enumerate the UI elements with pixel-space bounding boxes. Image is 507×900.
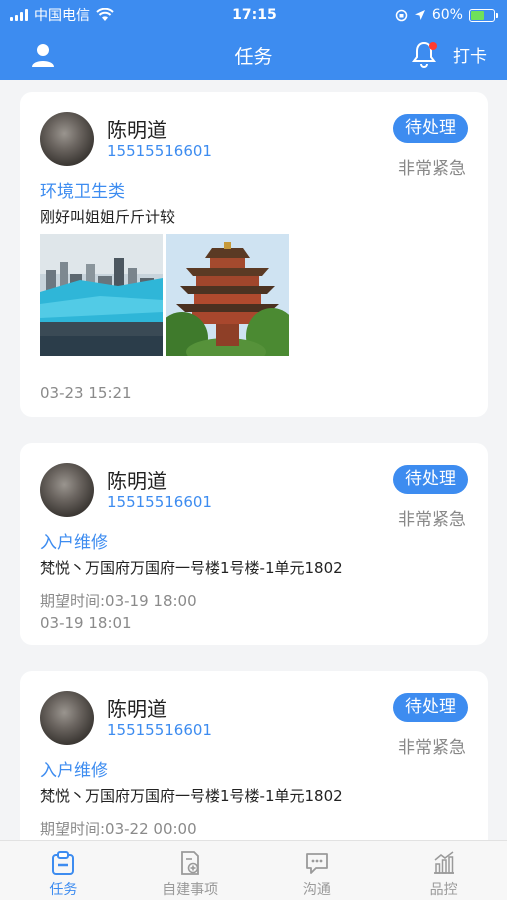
task-address: 梵悦丶万国府万国府一号楼1号楼-1单元1802 [40,559,343,577]
carrier: 中国电信 [34,8,90,24]
task-category: 入户维修 [40,533,108,553]
task-category: 入户维修 [40,761,108,781]
task-list: 陈明道 15515516601 待处理 非常紧急 环境卫生类 刚好叫姐姐斤斤计较 [0,80,507,840]
task-card[interactable]: 陈明道 15515516601 待处理 非常紧急 入户维修 梵悦丶万国府万国府一… [20,443,488,645]
task-time: 03-19 18:01 [40,614,132,632]
task-card[interactable]: 陈明道 15515516601 待处理 非常紧急 入户维修 梵悦丶万国府万国府一… [20,671,488,840]
chat-icon [305,853,328,874]
avatar [40,691,94,745]
wifi-icon [96,8,114,21]
tab-label: 自建事项 [162,882,219,898]
tab-label: 沟通 [302,882,331,898]
requester-name: 陈明道 [107,118,167,142]
requester-phone[interactable]: 15515516601 [107,142,212,160]
urgency-label: 非常紧急 [398,159,466,179]
tab-chat[interactable]: 沟通 [254,841,381,900]
task-description: 刚好叫姐姐斤斤计较 [40,208,176,226]
requester-name: 陈明道 [107,469,167,493]
tab-quality-control[interactable]: 品控 [380,841,507,900]
battery-percent: 60% [431,7,463,23]
signal-icon [10,9,28,21]
avatar [40,112,94,166]
tab-label: 品控 [429,882,458,898]
notification-bell[interactable] [411,40,437,68]
status-badge[interactable]: 待处理 [393,465,468,494]
clock: 17:15 [232,7,277,23]
requester-phone[interactable]: 15515516601 [107,493,212,511]
task-photo[interactable] [166,234,289,356]
task-category: 环境卫生类 [40,182,125,202]
battery-icon [468,8,498,22]
nav-bar: 任务 打卡 [0,30,507,80]
notification-badge [429,42,437,50]
expected-time: 期望时间:03-19 18:00 [40,592,197,610]
orientation-lock-icon [395,9,408,21]
urgency-label: 非常紧急 [398,738,466,758]
status-bar: 中国电信 17:15 60% [0,0,507,30]
location-icon [414,10,425,20]
requester-phone[interactable]: 15515516601 [107,721,212,739]
punch-in-button[interactable]: 打卡 [453,42,487,67]
tab-label: 任务 [49,882,78,898]
task-address: 梵悦丶万国府万国府一号楼1号楼-1单元1802 [40,787,343,805]
header: 中国电信 17:15 60% 任务 打卡 [0,0,507,80]
task-time: 03-23 15:21 [40,384,132,402]
status-badge[interactable]: 待处理 [393,114,468,143]
status-badge[interactable]: 待处理 [393,693,468,722]
requester-name: 陈明道 [107,697,167,721]
tab-create-item[interactable]: 自建事项 [127,841,254,900]
tab-task[interactable]: 任务 [0,841,127,900]
user-icon[interactable] [30,42,56,68]
urgency-label: 非常紧急 [398,510,466,530]
task-photo[interactable] [40,234,163,356]
create-item-icon [181,851,200,875]
task-card[interactable]: 陈明道 15515516601 待处理 非常紧急 环境卫生类 刚好叫姐姐斤斤计较 [20,92,488,417]
task-icon [52,851,75,875]
tab-bar: 任务 自建事项 沟通 品控 [0,840,507,900]
avatar [40,463,94,517]
quality-chart-icon [433,851,454,874]
page-title: 任务 [234,45,273,68]
expected-time: 期望时间:03-22 00:00 [40,820,197,838]
